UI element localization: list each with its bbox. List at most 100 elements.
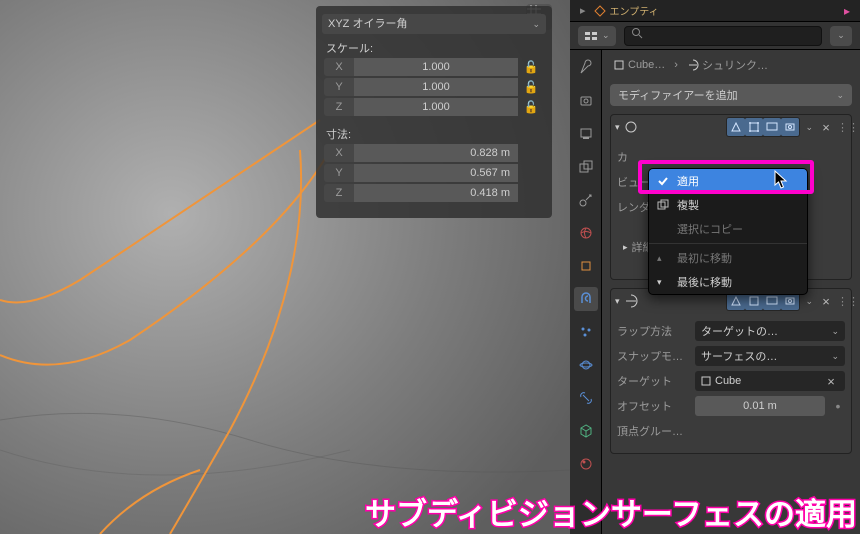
- menu-move-first[interactable]: ▴ 最初に移動: [649, 246, 807, 270]
- menu-apply[interactable]: 適用: [649, 169, 807, 193]
- close-icon[interactable]: ×: [818, 120, 834, 135]
- tab-data[interactable]: [574, 419, 598, 443]
- scale-x-label: X: [324, 58, 354, 76]
- tab-tool[interactable]: [574, 56, 598, 80]
- menu-apply-label: 適用: [677, 173, 699, 189]
- tab-physics[interactable]: [574, 353, 598, 377]
- duplicate-icon: [657, 199, 669, 211]
- target-field[interactable]: Cube ×: [695, 371, 845, 391]
- extras-dropdown-icon[interactable]: ⌄: [805, 122, 813, 133]
- tab-world[interactable]: [574, 221, 598, 245]
- rotation-mode-dropdown[interactable]: XYZ オイラー角 ⌄: [322, 14, 546, 34]
- chevron-down-icon: ⌄: [831, 326, 839, 337]
- dim-x-label: X: [324, 144, 354, 162]
- scale-z-field[interactable]: 1.000: [354, 98, 518, 116]
- drag-handle-icon[interactable]: ⋮⋮: [837, 295, 847, 308]
- properties-tab-column: [570, 50, 602, 534]
- search-icon: [631, 27, 643, 39]
- lock-icon[interactable]: 🔓: [518, 58, 544, 76]
- scale-label: スケール:: [326, 40, 546, 56]
- add-modifier-dropdown[interactable]: モディファイアーを追加 ⌄: [610, 84, 852, 106]
- shrinkwrap-icon: [687, 59, 699, 71]
- viewport-3d[interactable]: XYZ オイラー角 ⌄ スケール: X 1.000 🔓 Y 1.000 🔓 Z …: [0, 0, 570, 534]
- tab-constraints[interactable]: [574, 386, 598, 410]
- object-icon: [613, 59, 625, 71]
- drag-handle-icon[interactable]: ⋮⋮: [837, 121, 847, 134]
- right-region: ▸ エンプティ ▸ ⌄ ⌄: [570, 0, 860, 534]
- dim-z-label: Z: [324, 184, 354, 202]
- snap-mode-dropdown[interactable]: サーフェスの…⌄: [695, 346, 845, 366]
- outliner-item-empty[interactable]: エンプティ: [594, 3, 659, 18]
- breadcrumb-sep: ›: [674, 59, 678, 71]
- empty-icon: [594, 5, 606, 17]
- clear-icon[interactable]: ×: [823, 374, 839, 389]
- offset-label: オフセット: [617, 398, 689, 414]
- dim-y-field[interactable]: 0.567 m: [354, 164, 518, 182]
- menu-duplicate[interactable]: 複製: [649, 193, 807, 217]
- close-icon[interactable]: ×: [818, 294, 834, 309]
- menu-move-last[interactable]: ▾ 最後に移動: [649, 270, 807, 294]
- breadcrumb-modifier-label: シュリンク…: [702, 57, 768, 73]
- offset-value: 0.01 m: [743, 400, 777, 412]
- tab-render[interactable]: [574, 89, 598, 113]
- animate-icon[interactable]: •: [831, 399, 845, 413]
- outliner-header: ▸ エンプティ ▸: [570, 0, 860, 22]
- tab-scene[interactable]: [574, 188, 598, 212]
- tab-output[interactable]: [574, 122, 598, 146]
- properties-header: ⌄ ⌄: [570, 22, 860, 50]
- breadcrumb-modifier[interactable]: シュリンク…: [684, 57, 771, 73]
- breadcrumb: Cube… › シュリンク…: [606, 54, 856, 76]
- tab-object[interactable]: [574, 254, 598, 278]
- breadcrumb-object[interactable]: Cube…: [610, 59, 668, 71]
- dim-z-field[interactable]: 0.418 m: [354, 184, 518, 202]
- display-mode-dropdown[interactable]: ⌄: [578, 26, 616, 46]
- tab-modifiers[interactable]: [574, 287, 598, 311]
- disclosure-icon[interactable]: ▾: [615, 122, 620, 133]
- scale-y-field[interactable]: 1.000: [354, 78, 518, 96]
- tab-particles[interactable]: [574, 320, 598, 344]
- extras-dropdown-icon[interactable]: ⌄: [805, 296, 813, 307]
- chevron-down-icon: ⌄: [532, 14, 540, 34]
- toggle-edit-cage-icon[interactable]: [727, 118, 745, 136]
- check-icon: [657, 175, 669, 187]
- modifier-context-menu: 適用 複製 選択にコピー ▴ 最初に移動 ▾ 最後に移動: [648, 168, 808, 295]
- modifier-header[interactable]: ▾ ⌄ × ⋮⋮: [611, 115, 851, 139]
- modifier-toggles: [726, 117, 800, 137]
- outliner-restriction-icon[interactable]: ▸: [844, 4, 850, 18]
- offset-field[interactable]: 0.01 m: [695, 396, 825, 416]
- tree-expand-icon[interactable]: ▸: [580, 4, 586, 17]
- tab-viewlayer[interactable]: [574, 155, 598, 179]
- options-dropdown[interactable]: ⌄: [830, 26, 852, 46]
- toggle-editmode-icon[interactable]: [745, 118, 763, 136]
- wrap-method-label: ラップ方法: [617, 323, 689, 339]
- lock-icon[interactable]: 🔓: [518, 78, 544, 96]
- subsurf-icon: [623, 119, 639, 135]
- wrap-method-value: ターゲットの…: [701, 323, 778, 339]
- menu-move-first-label: 最初に移動: [677, 250, 732, 266]
- dim-x-field[interactable]: 0.828 m: [354, 144, 518, 162]
- wrap-method-dropdown[interactable]: ターゲットの… ⌄: [695, 321, 845, 341]
- annotation-caption: サブディビジョンサーフェスの適用: [365, 489, 857, 534]
- mesh-icon: [701, 376, 711, 386]
- toggle-viewport-icon[interactable]: [763, 118, 781, 136]
- target-value: Cube: [715, 375, 741, 387]
- scale-x-field[interactable]: 1.000: [354, 58, 518, 76]
- tab-material[interactable]: [574, 452, 598, 476]
- menu-copy-selected[interactable]: 選択にコピー: [649, 217, 807, 241]
- dim-y-label: Y: [324, 164, 354, 182]
- disclosure-icon[interactable]: ▾: [615, 296, 620, 307]
- add-modifier-label: モディファイアーを追加: [618, 87, 738, 103]
- vertex-group-label: 頂点グルー…: [617, 423, 689, 439]
- dimensions-label: 寸法:: [326, 126, 546, 142]
- search-input[interactable]: [624, 26, 822, 46]
- lock-icon[interactable]: 🔓: [518, 98, 544, 116]
- scale-z-label: Z: [324, 98, 354, 116]
- menu-duplicate-label: 複製: [677, 197, 699, 213]
- chevron-down-icon: ⌄: [831, 351, 839, 362]
- snap-mode-label: スナップモ…: [617, 348, 689, 364]
- toggle-render-icon[interactable]: [781, 118, 799, 136]
- target-label: ターゲット: [617, 373, 689, 389]
- shrinkwrap-icon: [623, 293, 639, 309]
- chevron-down-icon: ⌄: [836, 90, 844, 101]
- display-mode-icon: [584, 31, 598, 41]
